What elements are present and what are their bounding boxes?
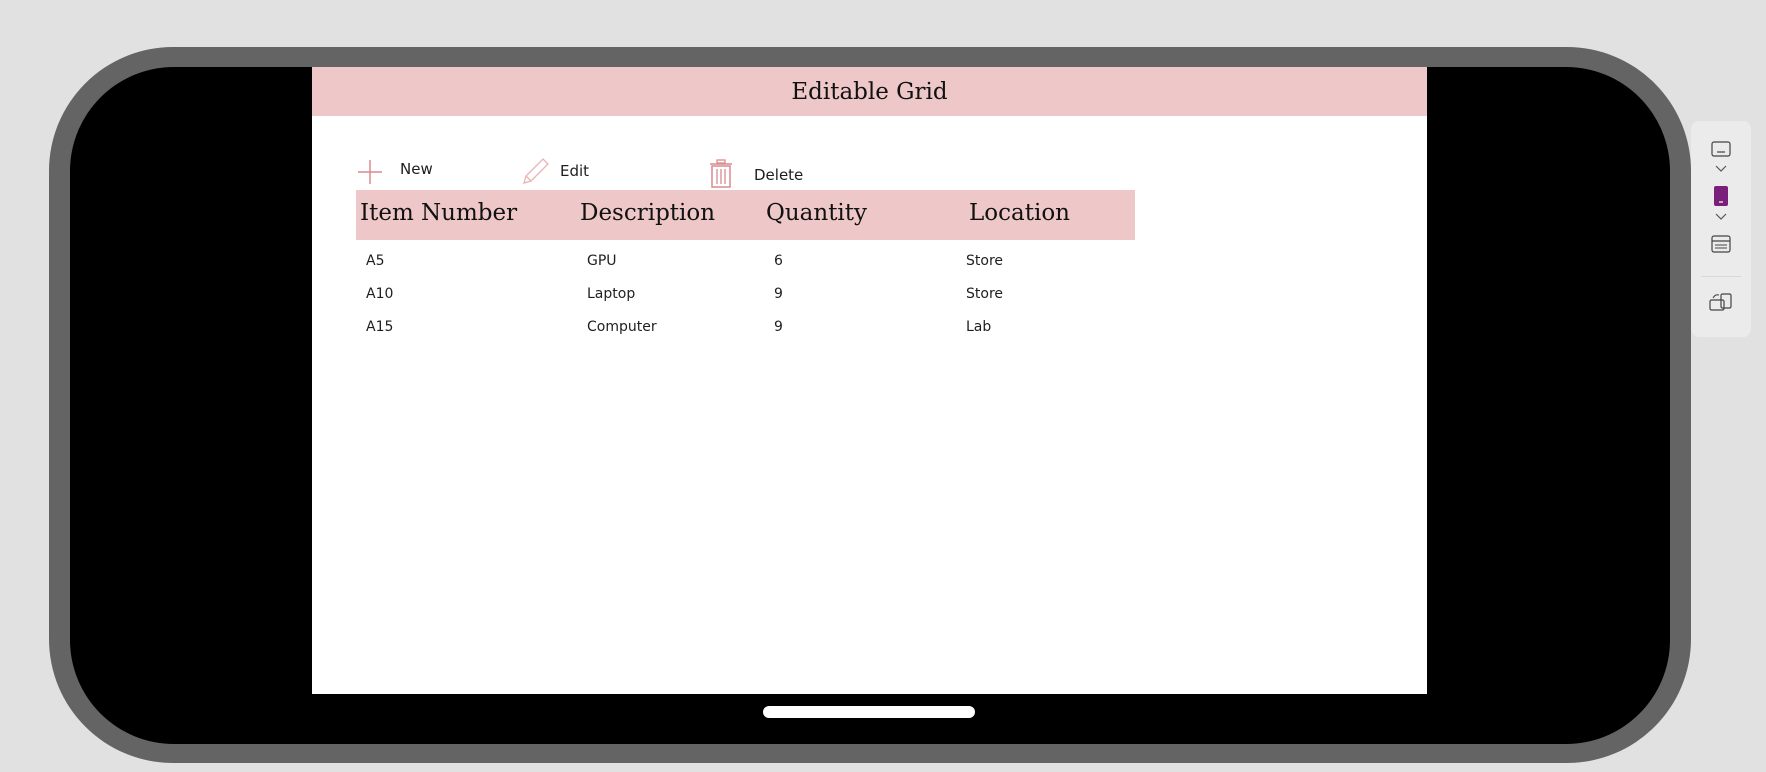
- cell-item-number: A15: [366, 319, 394, 335]
- cell-quantity: 6: [774, 253, 783, 269]
- cell-quantity: 9: [774, 286, 783, 302]
- column-header-item-number: Item Number: [360, 200, 518, 226]
- home-indicator: [763, 706, 975, 718]
- table-row[interactable]: A10 Laptop 9 Store: [356, 278, 1135, 310]
- trash-icon[interactable]: [708, 159, 734, 189]
- table-row[interactable]: A15 Computer 9 Lab: [356, 311, 1135, 343]
- app-header: Editable Grid: [312, 67, 1427, 116]
- screen-icon[interactable]: [1711, 141, 1731, 157]
- chevron-down-icon[interactable]: [1715, 165, 1727, 173]
- app-canvas: Editable Grid New Edit Delete Item Numbe…: [312, 67, 1427, 694]
- column-header-description: Description: [580, 200, 716, 226]
- table-row[interactable]: A5 GPU 6 Store: [356, 245, 1135, 277]
- column-header-quantity: Quantity: [766, 200, 868, 226]
- pencil-icon[interactable]: [520, 157, 550, 187]
- cell-quantity: 9: [774, 319, 783, 335]
- edit-button[interactable]: Edit: [560, 162, 589, 180]
- plus-icon[interactable]: [357, 159, 383, 185]
- cell-location: Lab: [966, 319, 992, 335]
- chevron-down-icon[interactable]: [1715, 213, 1727, 221]
- panel-divider: [1701, 276, 1741, 277]
- cell-description: GPU: [587, 253, 617, 269]
- layout-icon[interactable]: [1711, 235, 1731, 253]
- column-header-location: Location: [969, 200, 1070, 226]
- phone-icon[interactable]: [1714, 186, 1728, 206]
- rotate-device-icon[interactable]: [1709, 293, 1733, 311]
- cell-description: Computer: [587, 319, 657, 335]
- cell-item-number: A10: [366, 286, 394, 302]
- delete-button[interactable]: Delete: [754, 166, 803, 184]
- app-title: Editable Grid: [791, 78, 948, 105]
- new-button[interactable]: New: [400, 160, 433, 178]
- grid-header: Item Number Description Quantity Locatio…: [356, 190, 1135, 240]
- cell-description: Laptop: [587, 286, 636, 302]
- cell-location: Store: [966, 253, 1004, 269]
- cell-location: Store: [966, 286, 1004, 302]
- device-preview-panel: [1691, 121, 1751, 337]
- cell-item-number: A5: [366, 253, 385, 269]
